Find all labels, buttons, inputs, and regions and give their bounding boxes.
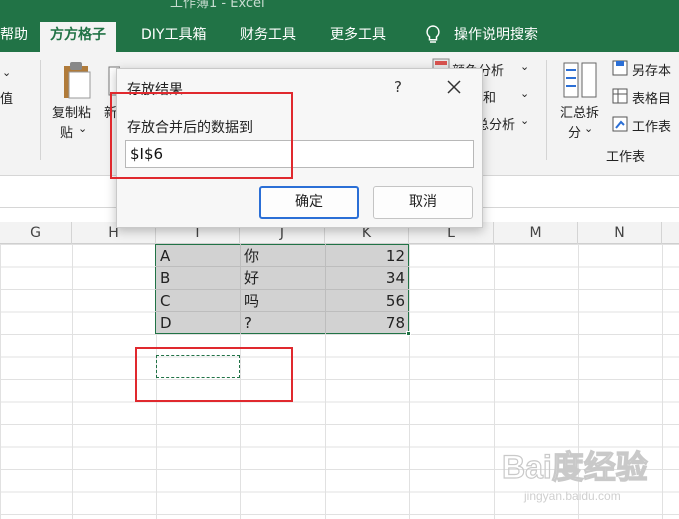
tab-diy-toolbox[interactable]: DIY工具箱 (141, 22, 206, 52)
table-directory-icon[interactable] (612, 88, 628, 104)
close-icon[interactable] (445, 78, 463, 96)
ok-button[interactable]: 确定 (259, 186, 359, 219)
worksheet-icon[interactable] (612, 116, 628, 132)
group-label-worksheet: 工作表 (606, 150, 646, 165)
grid-line (494, 244, 495, 519)
column-header-n[interactable]: N (578, 222, 662, 244)
save-as-button[interactable]: 另存本 (632, 60, 671, 79)
summary-split-label-2[interactable]: 分 (568, 122, 581, 141)
column-header-g[interactable]: G (0, 222, 72, 244)
chevron-down-icon[interactable]: ⌄ (2, 66, 11, 79)
tab-help[interactable]: 帮助 (0, 22, 28, 52)
ribbon-separator (546, 60, 547, 160)
worksheet-button[interactable]: 工作表 (632, 116, 671, 135)
summary-split-label[interactable]: 汇总拆 (560, 102, 599, 121)
baidu-jingyan-watermark: Bai度经验 jingyan.baidu.com (501, 448, 648, 503)
table-directory-button[interactable]: 表格目 (632, 88, 671, 107)
cell-i2[interactable]: A (160, 245, 170, 267)
cell-i5[interactable]: D (160, 312, 172, 334)
grid-line (72, 244, 73, 519)
copy-paste-label-2[interactable]: 贴 (60, 122, 73, 141)
cell-j4[interactable]: 吗 (244, 290, 259, 312)
fill-handle[interactable] (406, 331, 411, 336)
copy-paste-label[interactable]: 复制粘 (52, 102, 91, 121)
highlight-box-target-cell (135, 347, 293, 402)
tab-more-tools[interactable]: 更多工具 (330, 22, 386, 52)
clipboard-paste-icon[interactable] (62, 58, 92, 100)
cell-j2[interactable]: 你 (244, 245, 259, 267)
chevron-down-icon[interactable]: ⌄ (584, 122, 593, 135)
column-header-m[interactable]: M (494, 222, 578, 244)
cancel-button[interactable]: 取消 (373, 186, 473, 219)
ribbon-separator (40, 60, 41, 160)
summary-split-icon[interactable] (563, 62, 597, 98)
chevron-down-icon[interactable]: ⌄ (520, 114, 529, 127)
tab-fangfang-gezi[interactable]: 方方格子 (40, 22, 116, 52)
cell-k3[interactable]: 34 (329, 267, 405, 289)
grid-line (409, 244, 410, 519)
tab-finance-tools[interactable]: 财务工具 (240, 22, 296, 52)
cell-k2[interactable]: 12 (329, 245, 405, 267)
help-icon[interactable]: ? (390, 78, 406, 96)
highlight-box-dialog-input (110, 92, 293, 179)
cell-k5[interactable]: 78 (329, 312, 405, 334)
cell-k4[interactable]: 56 (329, 290, 405, 312)
window-title: 工作簿1 - Excel (170, 0, 265, 11)
chevron-down-icon[interactable]: ⌄ (520, 60, 529, 73)
cell-i4[interactable]: C (160, 290, 170, 312)
ribbon-tab-bar: 工作簿1 - Excel 帮助 方方格子 DIY工具箱 财务工具 更多工具 操作… (0, 0, 679, 52)
lightbulb-icon[interactable] (425, 24, 441, 46)
watermark-url: jingyan.baidu.com (523, 489, 621, 503)
save-as-icon[interactable] (612, 60, 628, 76)
chevron-down-icon[interactable]: ⌄ (520, 87, 529, 100)
chevron-down-icon[interactable]: ⌄ (78, 122, 87, 135)
cell-j3[interactable]: 好 (244, 267, 259, 289)
cell-j5[interactable]: ? (244, 312, 252, 334)
tab-search[interactable]: 操作说明搜索 (454, 22, 538, 52)
ribbon-left-fragment[interactable]: 值 (0, 88, 13, 107)
cell-i3[interactable]: B (160, 267, 170, 289)
watermark-brand: Bai度经验 (502, 449, 648, 485)
